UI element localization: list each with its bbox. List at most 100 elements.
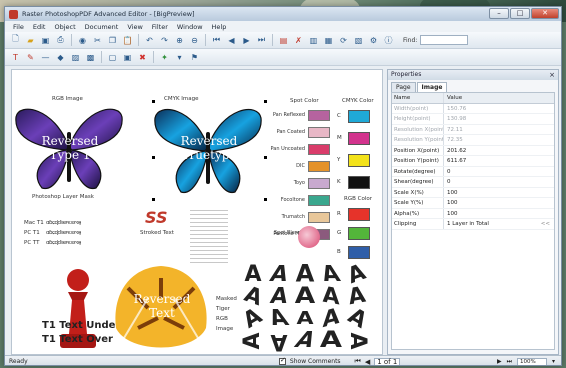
- color-swatch[interactable]: [308, 161, 330, 172]
- close-panel-icon[interactable]: ×: [549, 70, 555, 80]
- color-swatch[interactable]: [308, 127, 330, 138]
- menu-edit[interactable]: Edit: [29, 23, 50, 31]
- property-value[interactable]: 100: [444, 209, 554, 219]
- cut-icon[interactable]: ✂: [91, 34, 104, 47]
- tab-image[interactable]: Image: [416, 82, 448, 92]
- transformed-letter[interactable]: A: [240, 328, 265, 354]
- property-value[interactable]: 100: [444, 198, 554, 208]
- color-swatch[interactable]: [348, 208, 370, 221]
- property-value[interactable]: 72.11: [444, 125, 554, 135]
- page-indicator[interactable]: 1 of 1: [374, 357, 401, 365]
- property-row[interactable]: Resolution Y(point) 72.35: [392, 135, 554, 146]
- ungroup-icon[interactable]: ▣: [121, 51, 134, 64]
- transformed-letter[interactable]: A: [289, 286, 320, 308]
- color-swatch[interactable]: [308, 212, 330, 223]
- property-row[interactable]: Position Y(point) 611.67: [392, 156, 554, 167]
- crop-page-icon[interactable]: ▦: [322, 34, 335, 47]
- copy-icon[interactable]: ❐: [106, 34, 119, 47]
- last-page-icon[interactable]: ⏭: [507, 358, 512, 366]
- transformed-letter[interactable]: A: [315, 262, 347, 287]
- undo-icon[interactable]: ↶: [143, 34, 156, 47]
- close-button[interactable]: ✕: [531, 8, 559, 19]
- globe-icon[interactable]: ◉: [76, 34, 89, 47]
- text-tool-icon[interactable]: T: [9, 51, 22, 64]
- shape-tool-icon[interactable]: ◆: [54, 51, 67, 64]
- redo-icon[interactable]: ↷: [158, 34, 171, 47]
- color-swatch[interactable]: [308, 178, 330, 189]
- color-swatch[interactable]: [348, 176, 370, 189]
- spot-blend-circle[interactable]: [298, 226, 320, 248]
- next-page-icon[interactable]: ▶: [497, 358, 502, 365]
- transformed-letter[interactable]: A: [262, 306, 296, 331]
- group-icon[interactable]: ▢: [106, 51, 119, 64]
- extract-page-icon[interactable]: ▥: [307, 34, 320, 47]
- maximize-button[interactable]: □: [510, 8, 530, 19]
- transformed-letter[interactable]: A: [314, 330, 348, 352]
- property-value[interactable]: 130.98: [444, 114, 554, 124]
- color-swatch[interactable]: [348, 154, 370, 167]
- document-canvas[interactable]: RGB Image CMYK Image Reversed Type 1 Rev…: [11, 69, 383, 355]
- page-setup-icon[interactable]: ▧: [352, 34, 365, 47]
- menu-view[interactable]: View: [123, 23, 146, 31]
- property-value[interactable]: 201.62: [444, 146, 554, 156]
- menu-window[interactable]: Window: [173, 23, 207, 31]
- pencil-tool-icon[interactable]: ✎: [24, 51, 37, 64]
- show-comments-toggle[interactable]: Show Comments: [279, 356, 341, 365]
- color-swatch[interactable]: [348, 110, 370, 123]
- property-value[interactable]: 0: [444, 167, 554, 177]
- property-row[interactable]: Height(point) 130.98: [392, 114, 554, 125]
- zoom-in-icon[interactable]: ⊕: [173, 34, 186, 47]
- property-value[interactable]: 611.67: [444, 156, 554, 166]
- transformed-letter[interactable]: A: [292, 310, 318, 328]
- property-row[interactable]: Alpha(%) 100: [392, 208, 554, 219]
- color-swatch[interactable]: [308, 195, 330, 206]
- minimize-button[interactable]: –: [489, 8, 509, 19]
- transformed-letter[interactable]: A: [345, 328, 370, 354]
- zoom-dropdown-icon[interactable]: ▾: [552, 358, 555, 365]
- property-value[interactable]: 0: [444, 177, 554, 187]
- property-row[interactable]: Resolution X(point) 72.11: [392, 124, 554, 135]
- layer-tool-icon[interactable]: ▩: [84, 51, 97, 64]
- first-page-icon[interactable]: ⏮: [355, 357, 361, 365]
- paste-icon[interactable]: 📋: [121, 34, 134, 47]
- stamp-tool-icon[interactable]: ⚑: [188, 51, 201, 64]
- menu-file[interactable]: File: [9, 23, 28, 31]
- dropdown-arrow-icon[interactable]: ▾: [173, 51, 186, 64]
- property-row[interactable]: Position X(point) 201.62: [392, 145, 554, 156]
- property-value[interactable]: 100: [444, 188, 554, 198]
- expand-clipping-button[interactable]: <<: [541, 219, 550, 229]
- color-swatch[interactable]: [348, 227, 370, 240]
- color-swatch[interactable]: [308, 144, 330, 155]
- menu-object[interactable]: Object: [50, 23, 79, 31]
- property-row[interactable]: Scale Y(%) 100: [392, 198, 554, 209]
- property-row[interactable]: Rotate(degree) 0: [392, 166, 554, 177]
- property-row[interactable]: Clipping 1 Layer in Total <<: [392, 219, 554, 230]
- rotate-page-icon[interactable]: ⟳: [337, 34, 350, 47]
- selection-handle[interactable]: [264, 100, 267, 103]
- zoom-out-icon[interactable]: ⊖: [188, 34, 201, 47]
- prev-page-icon[interactable]: ◀: [225, 34, 238, 47]
- first-page-icon[interactable]: ⏮: [210, 34, 223, 47]
- property-value[interactable]: 72.35: [444, 135, 554, 145]
- title-bar[interactable]: Raster PhotoshopPDF Advanced Editor - [B…: [5, 7, 561, 21]
- settings-icon[interactable]: ⚙: [367, 34, 380, 47]
- info-icon[interactable]: ⓘ: [382, 34, 395, 47]
- image-tool-icon[interactable]: ▨: [69, 51, 82, 64]
- menu-document[interactable]: Document: [81, 23, 123, 31]
- tab-page[interactable]: Page: [391, 82, 416, 92]
- print-icon[interactable]: ⎙: [54, 34, 67, 47]
- new-file-icon[interactable]: 🗋: [9, 34, 22, 47]
- zoom-level[interactable]: 100%: [516, 357, 547, 365]
- color-swatch[interactable]: [348, 246, 370, 259]
- next-page-icon[interactable]: ▶: [240, 34, 253, 47]
- insert-page-icon[interactable]: ▤: [277, 34, 290, 47]
- selection-handle[interactable]: [152, 100, 155, 103]
- open-folder-icon[interactable]: ▰: [24, 34, 37, 47]
- selection-handle[interactable]: [152, 156, 155, 159]
- property-row[interactable]: Width(point) 150.76: [392, 103, 554, 114]
- color-swatch[interactable]: [348, 132, 370, 145]
- property-row[interactable]: Shear(degree) 0: [392, 177, 554, 188]
- property-value[interactable]: 1 Layer in Total <<: [444, 219, 554, 229]
- delete-page-icon[interactable]: ✗: [292, 34, 305, 47]
- property-row[interactable]: Scale X(%) 100: [392, 187, 554, 198]
